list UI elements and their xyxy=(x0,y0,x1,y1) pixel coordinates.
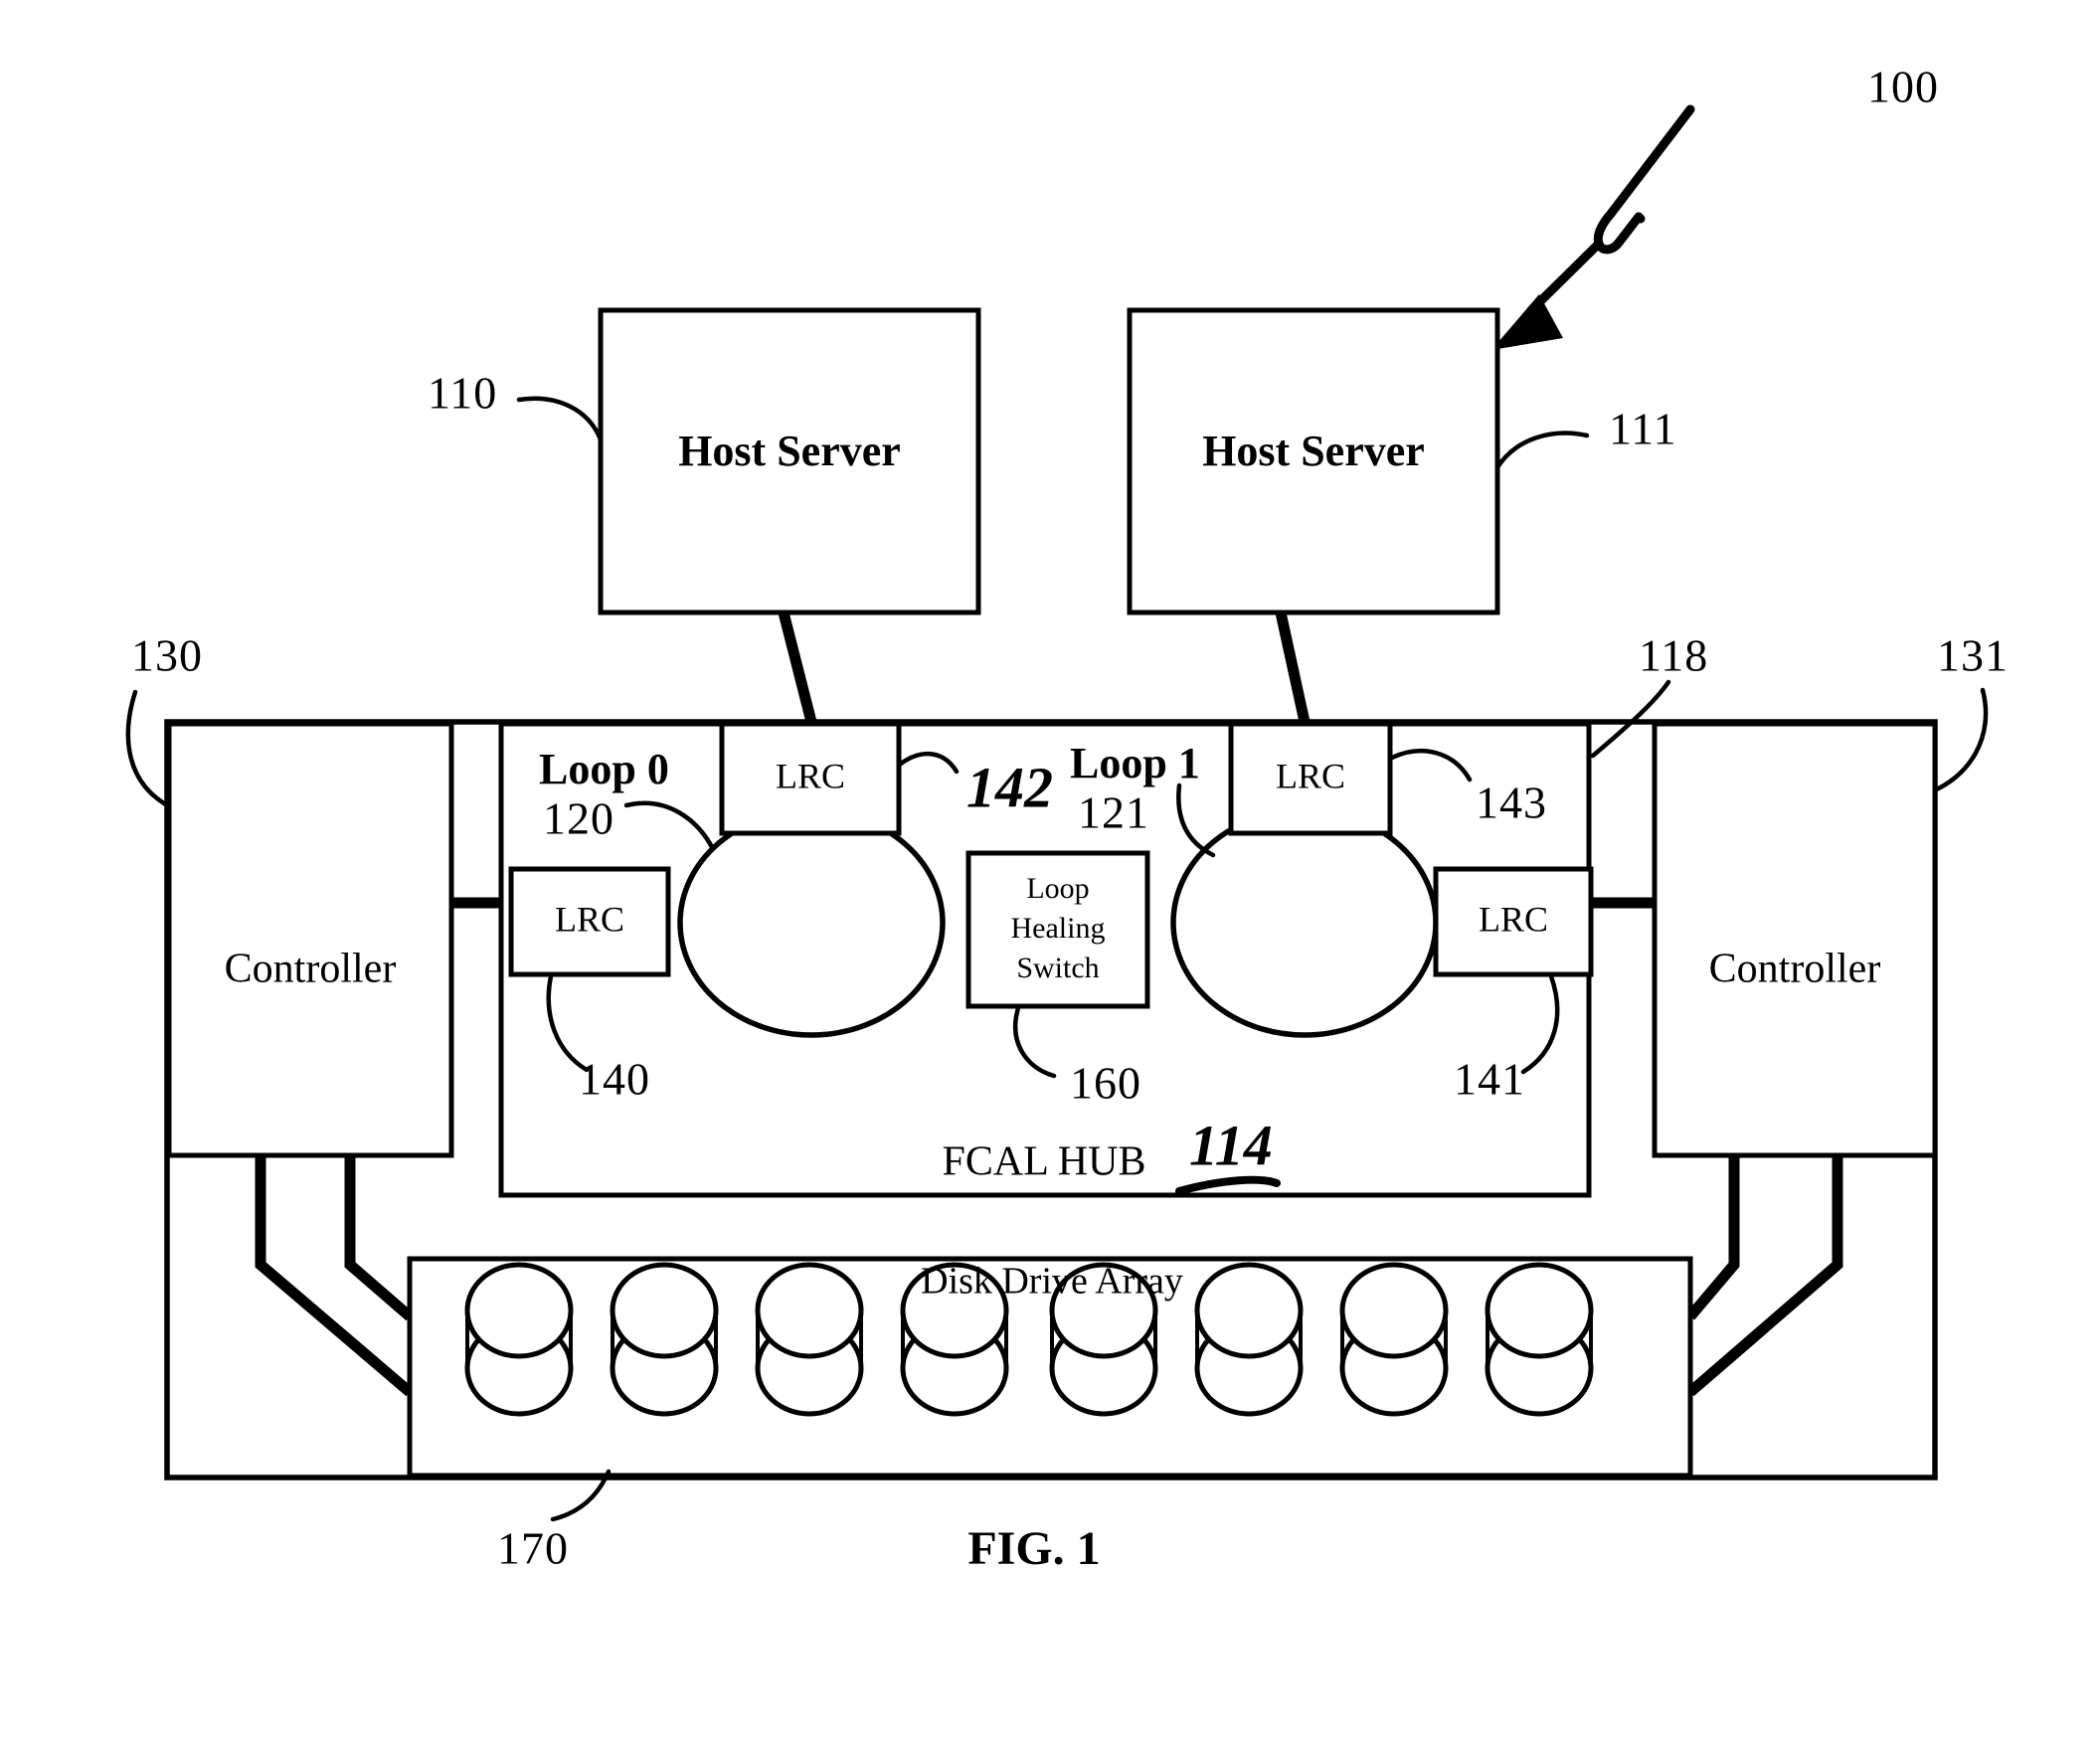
ref-143-label: 143 xyxy=(1476,778,1547,828)
disk-drive-icon xyxy=(464,1262,574,1417)
disk-drive-icon xyxy=(1485,1262,1594,1417)
loop-healing-switch-line1: Loop xyxy=(1026,872,1089,905)
system-ref-arrow xyxy=(1491,104,1695,350)
lrc-142-label: LRC xyxy=(776,756,845,795)
loop-0-label: Loop 0 xyxy=(539,745,669,793)
fcal-hub-label: FCAL HUB xyxy=(943,1139,1146,1185)
loop-1-label: Loop 1 xyxy=(1070,739,1200,787)
controller-left-box xyxy=(166,721,454,1158)
ref-111-label: 111 xyxy=(1609,404,1677,454)
ref-121-label: 121 xyxy=(1078,787,1149,838)
ref-114-handwritten-label: 114 xyxy=(1189,1113,1273,1177)
ref-160-label: 160 xyxy=(1070,1058,1141,1109)
lrc-140-label: LRC xyxy=(555,899,624,939)
host-server-1-label: Host Server xyxy=(678,427,901,475)
ref-110-leader xyxy=(516,396,604,442)
disk-array-label: Disk Drive Array xyxy=(921,1261,1183,1303)
host-server-2-label: Host Server xyxy=(1202,427,1425,475)
ref-100-label: 100 xyxy=(1867,62,1939,112)
loop-healing-switch-line2: Healing xyxy=(1011,912,1106,945)
ref-111-leader xyxy=(1494,431,1590,470)
host1-to-lrc-link xyxy=(778,610,817,724)
ref-170-label: 170 xyxy=(497,1523,569,1574)
controller-right-box xyxy=(1652,721,1938,1158)
lrc-141-label: LRC xyxy=(1479,899,1548,939)
ref-131-label: 131 xyxy=(1937,630,2009,681)
ref-118-label: 118 xyxy=(1639,630,1708,681)
controller-left-label: Controller xyxy=(225,947,397,992)
disk-drive-icon xyxy=(755,1262,864,1417)
ref-141-label: 141 xyxy=(1454,1054,1525,1105)
disk-drive-icon xyxy=(1194,1262,1304,1417)
ref-120-label: 120 xyxy=(543,793,614,844)
figure-caption: FIG. 1 xyxy=(967,1522,1100,1575)
host2-to-lrc-link xyxy=(1275,610,1311,724)
ref-130-label: 130 xyxy=(131,630,203,681)
lrc-143-label: LRC xyxy=(1276,756,1345,795)
controller-right-label: Controller xyxy=(1709,947,1881,992)
disk-drive-icon xyxy=(610,1262,719,1417)
disk-drive-icon xyxy=(1339,1262,1449,1417)
patent-figure-1: 100 110 Host Server 111 Host Server 130 … xyxy=(0,0,2100,1742)
ref-140-label: 140 xyxy=(579,1054,650,1105)
ref-142-handwritten-label: 142 xyxy=(966,755,1053,819)
loop-healing-switch-line3: Switch xyxy=(1016,952,1099,984)
ref-110-label: 110 xyxy=(428,368,497,419)
figure-canvas: 100 110 Host Server 111 Host Server 130 … xyxy=(125,62,2009,1575)
